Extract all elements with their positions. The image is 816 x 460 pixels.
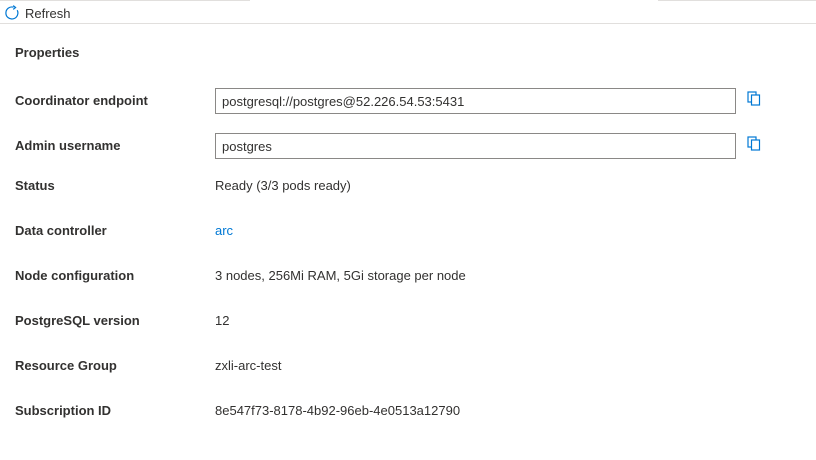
toolbar-top-border-left [0,0,250,1]
refresh-button[interactable]: Refresh [4,4,71,22]
refresh-label: Refresh [25,5,71,21]
postgresql-version-value: 12 [215,313,230,328]
node-configuration-label: Node configuration [15,268,135,283]
copy-coordinator-endpoint-button[interactable] [745,91,763,111]
resource-group-label: Resource Group [15,358,117,373]
coordinator-endpoint-field[interactable] [215,88,736,114]
copy-admin-username-button[interactable] [745,136,763,156]
data-controller-link[interactable]: arc [215,223,233,238]
copy-icon [747,91,761,111]
subscription-id-label: Subscription ID [15,403,112,418]
toolbar-top-border-right [658,0,816,1]
subscription-id-value: 8e547f73-8178-4b92-96eb-4e0513a12790 [215,403,461,418]
status-value: Ready (3/3 pods ready) [215,178,351,193]
admin-username-field[interactable] [215,133,736,159]
section-title: Properties [15,45,80,60]
admin-username-label: Admin username [15,138,121,153]
postgresql-version-label: PostgreSQL version [15,313,140,328]
node-configuration-value: 3 nodes, 256Mi RAM, 5Gi storage per node [215,268,466,283]
coordinator-endpoint-label: Coordinator endpoint [15,93,148,108]
command-bar: Refresh [0,0,816,24]
resource-group-value: zxli-arc-test [215,358,282,373]
status-label: Status [15,178,55,193]
refresh-icon [4,5,20,21]
copy-icon [747,136,761,156]
data-controller-label: Data controller [15,223,107,238]
